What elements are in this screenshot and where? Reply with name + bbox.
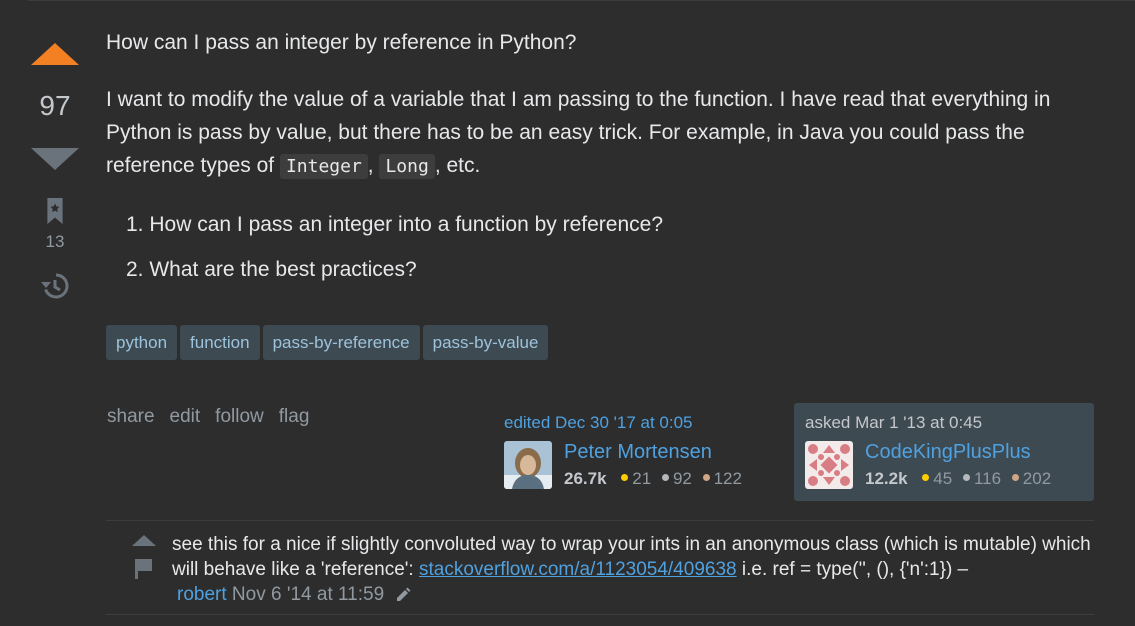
bronze-badges: 202 (1011, 469, 1052, 489)
list-item-text: How can I pass an integer into a functio… (149, 213, 663, 236)
editor-reputation: 26.7k 21 92 122 (564, 469, 742, 489)
bookmark-icon[interactable] (45, 198, 65, 224)
gold-badges: 45 (922, 469, 952, 489)
list-item: 2. What are the best practices? (126, 253, 663, 298)
comment-flag-icon[interactable] (133, 558, 155, 580)
question-paragraph: I want to modify the value of a variable… (106, 83, 1106, 183)
editor-card: edited Dec 30 '17 at 0:05 Peter Mortense… (493, 403, 773, 501)
gold-badges: 21 (621, 469, 651, 489)
tag-pass-by-reference[interactable]: pass-by-reference (262, 325, 420, 360)
silver-badges: 116 (962, 469, 1002, 489)
list-item-text: What are the best practices? (149, 258, 417, 281)
vote-count: 97 (39, 90, 71, 121)
silver-badges: 92 (661, 469, 692, 489)
comment-date[interactable]: Nov 6 '14 at 11:59 (232, 584, 384, 605)
gold-count: 45 (933, 469, 953, 488)
pencil-icon[interactable] (395, 587, 411, 603)
reputation-score: 26.7k (564, 469, 607, 488)
downvote-icon[interactable] (31, 148, 79, 170)
comment-link[interactable]: stackoverflow.com/a/1123054/409638 (419, 559, 737, 580)
tag-python[interactable]: python (106, 325, 178, 360)
identicon-avatar[interactable] (805, 441, 853, 489)
comment-text: i.e. ref = type('', (), {'n':1}) – (736, 559, 969, 580)
paragraph-text: I want to modify the value of a variable… (106, 88, 1051, 177)
gold-badge-icon (621, 474, 629, 482)
comment-author[interactable]: robert (177, 584, 227, 605)
bronze-count: 122 (713, 469, 742, 488)
paragraph-text: , etc. (434, 154, 481, 177)
editor-username[interactable]: Peter Mortensen (564, 441, 712, 464)
bronze-count: 202 (1022, 469, 1052, 488)
share-link[interactable]: share (107, 406, 155, 428)
asked-timestamp: asked Mar 1 '13 at 0:45 (805, 413, 983, 432)
inline-code: Long (379, 154, 435, 179)
owner-card: asked Mar 1 '13 at 0:45 CodeKingPlusPlus… (794, 403, 1094, 501)
bronze-badge-icon (702, 474, 710, 482)
list-number: 1. (126, 213, 144, 236)
tag-list: python function pass-by-reference pass-b… (106, 325, 549, 360)
silver-count: 92 (672, 469, 692, 488)
paragraph-text: , (367, 154, 380, 177)
gold-badge-icon (922, 474, 930, 482)
avatar[interactable] (504, 441, 552, 489)
reputation-score: 12.2k (865, 469, 908, 488)
inline-code: Integer (279, 154, 368, 179)
history-icon[interactable] (40, 271, 70, 301)
silver-count: 116 (973, 469, 1002, 488)
follow-link[interactable]: follow (215, 406, 264, 428)
edited-timestamp[interactable]: edited Dec 30 '17 at 0:05 (504, 413, 693, 433)
gold-count: 21 (632, 469, 652, 488)
comment-divider (106, 614, 1094, 615)
list-item: 1. How can I pass an integer into a func… (126, 208, 663, 253)
tag-function[interactable]: function (180, 325, 260, 360)
flag-link[interactable]: flag (279, 406, 310, 428)
owner-reputation: 12.2k 45 116 202 (865, 469, 1051, 489)
top-divider (28, 0, 1135, 1)
bookmark-count: 13 (45, 232, 65, 251)
comment: see this for a nice if slightly convolut… (172, 532, 1102, 607)
bronze-badge-icon (1011, 474, 1019, 482)
silver-badge-icon (962, 474, 970, 482)
post-menu: share edit follow flag (107, 406, 309, 428)
comment-upvote-icon[interactable] (132, 535, 156, 546)
question-title-line: How can I pass an integer by reference i… (106, 31, 577, 54)
owner-username[interactable]: CodeKingPlusPlus (865, 441, 1031, 464)
bronze-badges: 122 (702, 469, 742, 489)
list-number: 2. (126, 258, 144, 281)
tag-pass-by-value[interactable]: pass-by-value (422, 325, 549, 360)
silver-badge-icon (661, 474, 669, 482)
question-list: 1. How can I pass an integer into a func… (126, 208, 663, 298)
comment-divider (106, 520, 1094, 521)
upvote-icon[interactable] (31, 43, 79, 65)
edit-link[interactable]: edit (170, 406, 201, 428)
